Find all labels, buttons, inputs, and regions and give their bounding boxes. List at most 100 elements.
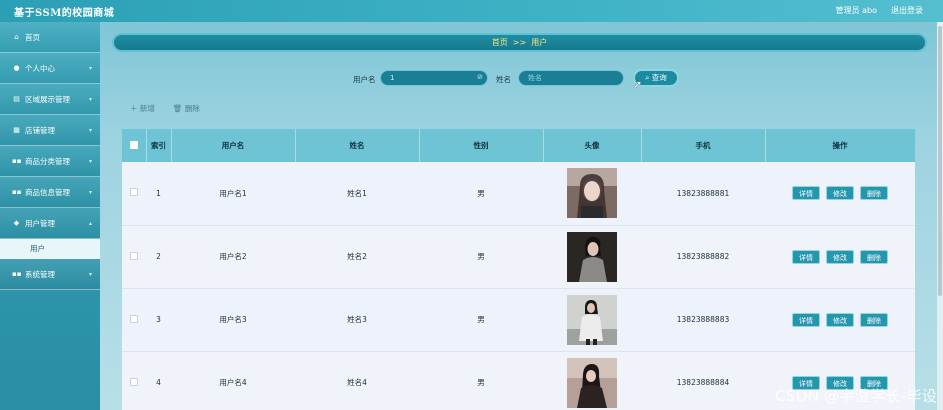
home-icon: ⌂	[14, 33, 19, 41]
detail-button[interactable]: 详情	[792, 249, 820, 264]
col-index: 索引	[146, 129, 172, 162]
chevron-down-icon: ▾	[88, 64, 92, 72]
row-delete-button[interactable]: 删除	[860, 186, 888, 201]
delete-button-label: 删除	[184, 104, 200, 113]
plus-icon: ＋	[130, 104, 138, 113]
trash-icon: 🗑	[172, 104, 183, 113]
cell-username: 用户名3	[171, 288, 295, 352]
sidebar-item-profile[interactable]: ● 个人中心 ▾	[0, 53, 100, 84]
top-bar: 基于SSM的校园商城 管理员 abo 退出登录	[0, 0, 943, 22]
row-checkbox[interactable]	[130, 377, 138, 386]
cell-avatar	[543, 225, 641, 289]
cell-name: 姓名2	[295, 225, 419, 289]
mouse-cursor-icon: ➚	[633, 78, 643, 91]
user-group-icon: ◆	[13, 219, 20, 227]
username-input[interactable]	[380, 70, 488, 86]
edit-button[interactable]: 修改	[826, 186, 854, 201]
logout-link[interactable]: 退出登录	[891, 5, 923, 16]
chevron-up-icon: ▴	[88, 219, 92, 227]
scrollbar-thumb[interactable]	[938, 26, 942, 296]
sidebar-item-product[interactable]: ▪▪ 商品信息管理 ▾	[0, 177, 100, 208]
cell-username: 用户名2	[171, 225, 295, 289]
sidebar-item-label: 商品信息管理	[25, 187, 70, 197]
cell-phone: 13823888881	[641, 162, 765, 226]
delete-button[interactable]: 🗑 删除	[173, 103, 200, 114]
admin-label: 管理员 abo	[835, 6, 877, 15]
edit-button[interactable]: 修改	[826, 312, 854, 327]
add-button-label: 新增	[139, 104, 155, 113]
query-button-label: 查询	[651, 73, 667, 82]
chevron-down-icon: ▾	[88, 188, 92, 196]
sidebar-item-label: 店铺管理	[25, 125, 55, 135]
search-icon: ⌕	[645, 73, 650, 82]
breadcrumb-current: 用户	[531, 38, 548, 47]
cell-name: 姓名4	[295, 351, 419, 410]
breadcrumb-home[interactable]: 首页	[492, 38, 508, 47]
grid-icon: ▪▪	[12, 157, 22, 165]
cell-name: 姓名1	[295, 162, 419, 226]
sidebar-item-category[interactable]: ▪▪ 商品分类管理 ▾	[0, 146, 100, 177]
avatar	[567, 294, 617, 345]
sidebar: ⌂ 首页 ● 个人中心 ▾ ▤ 区域展示管理 ▾ ▦ 店铺管理 ▾ ▪▪ 商品分…	[0, 22, 100, 410]
name-label: 姓名	[496, 75, 511, 84]
table-header-row: 索引 用户名 姓名 性别 头像 手机 操作	[122, 129, 915, 162]
col-gender: 性别	[419, 129, 544, 162]
cell-avatar	[543, 162, 641, 226]
sidebar-item-label: 首页	[25, 32, 40, 42]
chevron-down-icon: ▾	[88, 157, 92, 165]
clear-icon: ⊘	[477, 73, 483, 81]
cell-ops: 详情 修改 删除	[765, 225, 915, 289]
list-icon: ▤	[13, 95, 20, 103]
app-title: 基于SSM的校园商城	[14, 8, 115, 19]
cell-index: 1	[146, 162, 171, 226]
chevron-down-icon: ▾	[88, 126, 92, 134]
cell-gender: 男	[419, 225, 543, 289]
sidebar-item-region[interactable]: ▤ 区域展示管理 ▾	[0, 84, 100, 115]
detail-button[interactable]: 详情	[792, 186, 820, 201]
cell-ops: 详情 修改 删除	[765, 288, 915, 352]
row-delete-button[interactable]: 删除	[860, 249, 888, 264]
row-delete-button[interactable]: 删除	[860, 312, 888, 327]
sidebar-item-label: 区域展示管理	[25, 94, 70, 104]
cell-phone: 13823888884	[641, 351, 765, 410]
chevron-down-icon: ▾	[88, 95, 92, 103]
cell-phone: 13823888882	[641, 225, 765, 289]
cell-gender: 男	[419, 288, 543, 352]
action-bar: ＋ 新增 🗑 删除	[130, 103, 200, 114]
cell-index: 3	[146, 288, 171, 352]
watermark: CSDN @宇澄学长-毕设	[775, 387, 937, 405]
page-scrollbar[interactable]	[937, 22, 943, 410]
search-bar: 用户名 ⊘ 姓名 ⌕ 查询 ➚	[100, 69, 943, 91]
row-checkbox[interactable]	[130, 188, 138, 197]
sidebar-item-home[interactable]: ⌂ 首页	[0, 22, 100, 53]
sidebar-item-store[interactable]: ▦ 店铺管理 ▾	[0, 115, 100, 146]
sidebar-subitem-user[interactable]: 用户	[0, 239, 100, 259]
table-row: 3 用户名3 姓名3 男 13823888883 详情 修改 删除	[122, 288, 915, 352]
user-icon: ●	[13, 64, 20, 72]
chevron-down-icon: ▾	[88, 270, 92, 278]
cell-name: 姓名3	[295, 288, 419, 352]
cell-username: 用户名1	[171, 162, 295, 226]
breadcrumb: 首页 >> 用户	[112, 33, 927, 52]
edit-button[interactable]: 修改	[826, 249, 854, 264]
table-row: 1 用户名1 姓名1 男 13823888881 详情 修改 删除	[122, 162, 915, 226]
select-all-checkbox[interactable]	[129, 140, 138, 149]
user-table: 索引 用户名 姓名 性别 头像 手机 操作 1 用户名1 姓名1 男 13823…	[122, 129, 915, 410]
name-input[interactable]	[518, 70, 624, 86]
row-checkbox[interactable]	[130, 251, 138, 260]
detail-button[interactable]: 详情	[792, 312, 820, 327]
col-avatar: 头像	[543, 129, 642, 162]
sidebar-item-users[interactable]: ◆ 用户管理 ▴	[0, 208, 100, 239]
avatar	[567, 357, 617, 408]
grid-icon: ▪▪	[12, 188, 22, 196]
col-ops: 操作	[765, 129, 915, 162]
add-button[interactable]: ＋ 新增	[130, 103, 155, 114]
sidebar-item-system[interactable]: ▪▪ 系统管理 ▾	[0, 259, 100, 290]
table-row: 2 用户名2 姓名2 男 13823888882 详情 修改 删除	[122, 225, 915, 289]
col-phone: 手机	[641, 129, 766, 162]
breadcrumb-separator: >>	[512, 38, 527, 47]
sidebar-item-label: 用户管理	[25, 218, 55, 228]
row-checkbox[interactable]	[130, 314, 138, 323]
col-username: 用户名	[171, 129, 296, 162]
col-name: 姓名	[295, 129, 420, 162]
